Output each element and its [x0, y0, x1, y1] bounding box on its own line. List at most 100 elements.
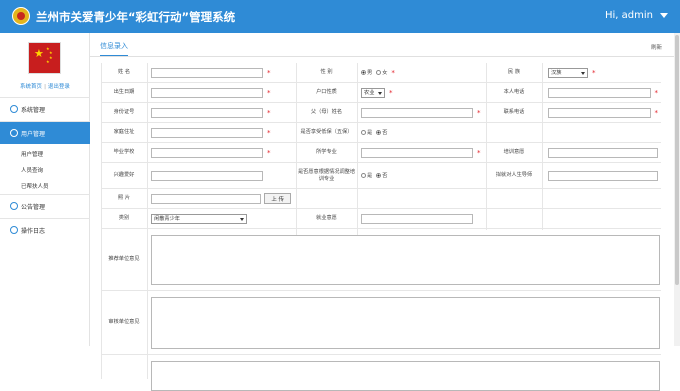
refresh-button[interactable]: 刷新	[651, 43, 662, 51]
poor-label: 是否享受低保（五保）	[300, 129, 353, 136]
required-mark: *	[267, 128, 271, 137]
chevron-down-icon[interactable]	[660, 13, 668, 18]
required-mark: *	[267, 88, 271, 97]
radio-label: 否	[382, 173, 388, 179]
training-wish-input[interactable]	[548, 147, 658, 158]
home-link[interactable]: 系统首页	[20, 84, 42, 90]
submenu-helped-persons[interactable]: 已帮扶人员	[0, 182, 90, 190]
form-row: 审核单位意见	[101, 291, 661, 355]
app-header: 兰州市关爱青少年“彩虹行动”管理系统 Hi, admin	[0, 0, 680, 33]
scrollbar-thumb[interactable]	[675, 35, 679, 285]
radio-icon	[376, 173, 382, 178]
menu-announcement[interactable]: 公告管理	[0, 194, 90, 217]
select-value: 汉族	[551, 70, 562, 76]
recommend-opinion-label: 推荐单位意见	[108, 256, 140, 263]
photo-label: 照 片	[117, 195, 131, 202]
sidebar: ★ ★ ★ ★ ★ 系统首页 | 退出登录 系统管理 用户管理 用户管理 人员查询 …	[0, 33, 90, 346]
phone-self-input[interactable]	[548, 87, 651, 98]
idcard-input[interactable]	[151, 107, 263, 118]
user-menu[interactable]: Hi, admin	[605, 10, 653, 21]
radio-label: 是	[367, 130, 373, 136]
required-mark: *	[477, 108, 481, 117]
menu-oplog[interactable]: 操作日志	[0, 218, 90, 241]
radio-icon	[361, 173, 366, 178]
required-mark: *	[654, 88, 659, 97]
radio-icon	[361, 130, 366, 135]
target-school-input[interactable]	[548, 170, 658, 181]
name-input[interactable]	[151, 67, 263, 78]
phone-contact-input[interactable]	[548, 107, 651, 118]
required-mark: *	[267, 68, 271, 77]
menu-user[interactable]: 用户管理	[0, 121, 90, 144]
upload-button[interactable]: 上 传	[264, 193, 291, 204]
app-title: 兰州市关爱青少年“彩虹行动”管理系统	[36, 10, 236, 24]
form-row: 照 片 上 传	[101, 189, 661, 209]
review-opinion-textarea[interactable]	[151, 297, 660, 349]
circle-icon	[10, 105, 18, 113]
menu-label: 公告管理	[21, 203, 46, 211]
phone-contact-label: 联系电话	[503, 109, 525, 116]
school-input[interactable]	[151, 147, 263, 158]
hukou-select[interactable]: 农业	[361, 87, 385, 98]
menu-label: 用户管理	[21, 130, 46, 138]
tab-info-entry[interactable]: 信息录入	[100, 41, 128, 56]
extra-textarea[interactable]	[151, 361, 660, 391]
employment-input[interactable]	[361, 213, 473, 224]
logout-link[interactable]: 退出登录	[48, 84, 70, 90]
name-label: 姓 名	[117, 69, 131, 76]
birth-input[interactable]	[151, 87, 263, 98]
training-wish-label: 培训意愿	[503, 149, 525, 156]
radio-label: 女	[382, 70, 388, 76]
gender-female-radio[interactable]: 女	[376, 69, 387, 76]
menu-system[interactable]: 系统管理	[0, 97, 90, 120]
employment-label: 就业意愿	[316, 215, 337, 222]
required-mark: *	[391, 68, 395, 77]
recommend-opinion-textarea[interactable]	[151, 235, 660, 285]
poor-no-radio[interactable]: 否	[376, 129, 387, 136]
hobby-label: 兴趣爱好	[113, 172, 135, 179]
circle-icon	[10, 226, 18, 234]
phone-self-label: 本人电话	[503, 89, 525, 96]
category-select[interactable]: 闲散青少年	[151, 213, 247, 224]
form-row: 兴趣爱好 是否愿意根据情况调整培训专业 是 否 拟就对人生导师	[101, 163, 661, 189]
adjust-yes-radio[interactable]: 是	[361, 172, 372, 179]
logo-icon	[12, 7, 30, 25]
radio-icon	[376, 130, 382, 135]
scrollbar[interactable]	[674, 33, 680, 346]
form-row: 姓 名 * 性 别 男 女 * 民 族 汉族 *	[101, 63, 661, 83]
form-row: 出生日期 * 户口性质 农业 * 本人电话 *	[101, 83, 661, 103]
review-opinion-label: 审核单位意见	[108, 319, 140, 326]
radio-icon	[361, 70, 366, 75]
divider: |	[44, 84, 46, 90]
small-star-icon: ★	[46, 59, 50, 64]
hobby-input[interactable]	[151, 170, 263, 181]
photo-input[interactable]	[151, 193, 262, 204]
parent-input[interactable]	[361, 107, 473, 118]
submenu-user-management[interactable]: 用户管理	[0, 150, 90, 158]
hukou-label: 户口性质	[316, 89, 337, 96]
poor-yes-radio[interactable]: 是	[361, 129, 372, 136]
required-mark: *	[389, 88, 393, 97]
form-row	[101, 355, 661, 391]
form-row: 身份证号 * 父（母）姓名 * 联系电话 *	[101, 103, 661, 123]
major-label: 所学专业	[316, 149, 337, 156]
radio-label: 否	[382, 130, 388, 136]
form-row: 类别 闲散青少年 就业意愿	[101, 209, 661, 229]
circle-icon	[10, 202, 18, 210]
required-mark: *	[267, 148, 271, 157]
gender-male-radio[interactable]: 男	[361, 69, 372, 76]
adjust-label: 是否愿意根据情况调整培训专业	[297, 169, 356, 182]
address-input[interactable]	[151, 127, 263, 138]
chevron-down-icon	[581, 71, 585, 75]
form-row: 家庭住址 * 是否享受低保（五保） 是 否	[101, 123, 661, 143]
ethnicity-label: 民 族	[507, 69, 521, 76]
category-label: 类别	[118, 215, 130, 222]
select-value: 农业	[364, 90, 375, 96]
major-input[interactable]	[361, 147, 473, 158]
radio-icon	[376, 70, 382, 75]
adjust-no-radio[interactable]: 否	[376, 172, 387, 179]
target-school-label: 拟就对人生导师	[495, 172, 533, 179]
ethnicity-select[interactable]: 汉族	[548, 67, 588, 78]
star-icon: ★	[34, 47, 44, 60]
submenu-person-query[interactable]: 人员查询	[0, 166, 90, 174]
